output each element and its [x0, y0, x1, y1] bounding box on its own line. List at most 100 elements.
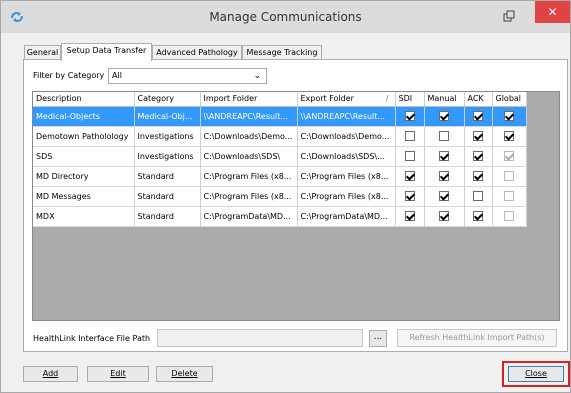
- communications-grid[interactable]: Description Category Import Folder Expor…: [32, 91, 560, 321]
- cell-description: MD Directory: [33, 166, 135, 187]
- manual-checkbox[interactable]: [439, 211, 449, 221]
- edit-button[interactable]: Edit: [87, 366, 149, 382]
- window-title: Manage Communications: [209, 10, 362, 24]
- global-checkbox[interactable]: [504, 171, 514, 181]
- cell-description: Demotown Patholology: [33, 126, 135, 147]
- table-row[interactable]: MD Messages Standard C:\Program Files (x8.…: [33, 186, 527, 207]
- communications-table: Description Category Import Folder Expor…: [33, 92, 527, 227]
- cell-ack: [464, 106, 493, 127]
- delete-button[interactable]: Delete: [156, 366, 213, 382]
- tab-setup-data-transfer[interactable]: Setup Data Transfer: [61, 43, 152, 61]
- cell-ack: [464, 146, 493, 167]
- manual-checkbox[interactable]: [439, 151, 449, 161]
- col-header-global[interactable]: Global: [492, 92, 527, 107]
- cell-export-folder: C:\Downloads\SDS\...: [297, 146, 396, 167]
- cell-description: MDX: [33, 206, 135, 227]
- cell-export-folder: C:\Program Files (x8...: [297, 166, 396, 187]
- restore-icon[interactable]: [501, 9, 517, 25]
- ack-checkbox[interactable]: [473, 211, 483, 221]
- manual-checkbox[interactable]: [439, 191, 449, 201]
- global-checkbox[interactable]: [504, 191, 514, 201]
- manual-checkbox[interactable]: [439, 171, 449, 181]
- cell-description: Medical-Objects: [33, 106, 135, 127]
- delete-button-label: Delete: [171, 369, 198, 378]
- col-header-ack[interactable]: ACK: [464, 92, 493, 107]
- add-button[interactable]: Add: [23, 366, 78, 382]
- cell-manual: [424, 126, 465, 147]
- tab-message-tracking[interactable]: Message Tracking: [242, 45, 322, 60]
- cell-import-folder: C:\Downloads\SDS\: [200, 146, 298, 167]
- ack-checkbox[interactable]: [473, 131, 483, 141]
- ack-checkbox[interactable]: [473, 111, 483, 121]
- cell-global: [492, 206, 527, 227]
- table-row[interactable]: Demotown Patholology Investigations C:\Dow…: [33, 126, 527, 147]
- cell-import-folder: C:\Program Files (x8...: [200, 166, 298, 187]
- cell-export-folder: C:\Downloads\Demo...: [297, 126, 396, 147]
- filter-value: All: [112, 71, 122, 80]
- col-header-description[interactable]: Description: [33, 92, 135, 107]
- close-button[interactable]: Close: [508, 366, 564, 382]
- edit-button-label: Edit: [110, 369, 126, 378]
- table-header-row: Description Category Import Folder Expor…: [33, 92, 527, 107]
- ack-checkbox[interactable]: [473, 171, 483, 181]
- col-header-category[interactable]: Category: [134, 92, 201, 107]
- table-row[interactable]: MDX Standard C:\ProgramData\MD... C:\Progra…: [33, 206, 527, 227]
- cell-ack: [464, 166, 493, 187]
- cell-import-folder: \\ANDREAPC\Result...: [200, 106, 298, 127]
- filter-category-select[interactable]: All ⌄: [108, 68, 267, 84]
- cell-manual: [424, 166, 465, 187]
- sdi-checkbox[interactable]: [404, 211, 415, 221]
- cell-sdi: [395, 146, 425, 167]
- table-row[interactable]: SDS Investigations C:\Downloads\SDS\ C:\Dow…: [33, 146, 527, 167]
- cell-export-folder: \\ANDREAPC\Result...: [297, 106, 396, 127]
- ack-checkbox[interactable]: [473, 191, 483, 201]
- global-checkbox[interactable]: [504, 131, 514, 141]
- close-button-highlight: Close: [502, 361, 570, 387]
- sdi-checkbox[interactable]: [404, 111, 415, 121]
- global-checkbox[interactable]: [504, 211, 514, 221]
- sdi-checkbox[interactable]: [404, 131, 415, 141]
- table-row[interactable]: Medical-Objects Medical-Obj... \\ANDREAPC\…: [33, 106, 527, 127]
- sdi-checkbox[interactable]: [404, 191, 415, 201]
- col-header-manual[interactable]: Manual: [424, 92, 465, 107]
- tab-advanced-pathology[interactable]: Advanced Pathology: [152, 45, 242, 60]
- title-bar[interactable]: Manage Communications ✕: [1, 1, 570, 33]
- cell-global: [492, 166, 527, 187]
- window-close-button[interactable]: ✕: [535, 1, 570, 23]
- global-checkbox[interactable]: [504, 111, 514, 121]
- cell-category: Medical-Obj...: [134, 106, 201, 127]
- col-header-export-folder[interactable]: Export Folder /: [297, 92, 396, 107]
- close-button-label: Close: [525, 369, 547, 378]
- cell-description: SDS: [33, 146, 135, 167]
- cell-manual: [424, 106, 465, 127]
- table-body: Medical-Objects Medical-Obj... \\ANDREAPC\…: [33, 106, 527, 227]
- sdi-checkbox[interactable]: [404, 171, 415, 181]
- cell-import-folder: C:\ProgramData\MD...: [200, 206, 298, 227]
- table-row[interactable]: MD Directory Standard C:\Program Files (x8…: [33, 166, 527, 187]
- tab-general[interactable]: General: [24, 45, 61, 60]
- cell-import-folder: C:\Downloads\Demo...: [200, 126, 298, 147]
- global-checkbox[interactable]: [504, 151, 514, 161]
- manual-checkbox[interactable]: [439, 131, 449, 141]
- cell-manual: [424, 146, 465, 167]
- sort-indicator-icon: /: [385, 94, 389, 104]
- col-header-import-folder[interactable]: Import Folder: [200, 92, 298, 107]
- cell-sdi: [395, 106, 425, 127]
- healthlink-path-label: HealthLink Interface File Path: [33, 334, 151, 343]
- cell-import-folder: C:\Program Files (x8...: [200, 186, 298, 207]
- manual-checkbox[interactable]: [439, 111, 449, 121]
- ack-checkbox[interactable]: [473, 151, 483, 161]
- cell-export-folder: C:\Program Files (x8...: [297, 186, 396, 207]
- chevron-down-icon: ⌄: [253, 71, 261, 81]
- browse-button[interactable]: ...: [369, 330, 387, 347]
- cell-ack: [464, 126, 493, 147]
- healthlink-path-input[interactable]: [157, 329, 363, 347]
- refresh-healthlink-label: Refresh HealthLink Import Path(s): [409, 333, 545, 342]
- refresh-healthlink-button[interactable]: Refresh HealthLink Import Path(s): [397, 329, 557, 347]
- sdi-checkbox[interactable]: [404, 151, 415, 161]
- cell-ack: [464, 206, 493, 227]
- cell-global: [492, 146, 527, 167]
- col-header-sdi[interactable]: SDI: [395, 92, 425, 107]
- cell-sdi: [395, 186, 425, 207]
- cell-export-folder: C:\ProgramData\MD...: [297, 206, 396, 227]
